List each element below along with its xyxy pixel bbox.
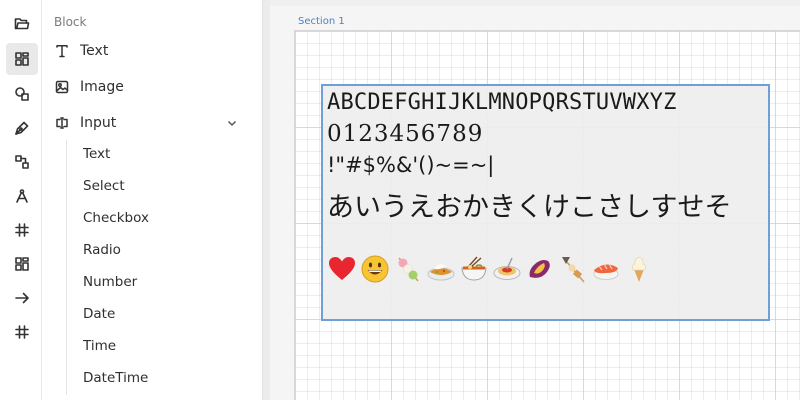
block-panel: Block Text Image Input Text Select Check… (42, 0, 262, 400)
layout-icon[interactable] (6, 248, 38, 280)
input-sub-item-datetime[interactable]: DateTime (83, 366, 148, 390)
input-sub-item-date[interactable]: Date (83, 302, 115, 326)
schema-line-digits: 0123456789 (327, 121, 484, 147)
sushi-icon (591, 254, 621, 284)
schema-line-emoji (327, 252, 657, 286)
curry-rice-icon (426, 254, 456, 284)
block-item-label: Image (80, 79, 124, 95)
folder-icon[interactable] (6, 8, 38, 40)
block-item-image[interactable]: Image (54, 73, 250, 101)
pen-icon[interactable] (6, 112, 38, 144)
soft-ice-cream-icon (624, 254, 654, 284)
canvas-top-bar (270, 0, 800, 6)
compass-icon[interactable] (6, 180, 38, 212)
schema-line-symbols: !"#$%&'()~=~| (327, 153, 495, 177)
input-sub-item-checkbox[interactable]: Checkbox (83, 206, 149, 230)
image-icon (54, 79, 70, 95)
sub-list-guide (66, 140, 67, 395)
link-nodes-icon[interactable] (6, 146, 38, 178)
oden-icon (558, 254, 588, 284)
text-schema-box[interactable]: ABCDEFGHIJKLMNOPQRSTUVWXYZ 0123456789 !"… (321, 84, 770, 321)
block-item-label: Input (80, 115, 117, 131)
text-icon (54, 43, 70, 59)
grid-hash-icon[interactable] (6, 214, 38, 246)
heart-icon (327, 254, 357, 284)
block-item-text[interactable]: Text (54, 37, 250, 65)
section-label: Section 1 (298, 16, 345, 27)
schema-line-alphabet: ABCDEFGHIJKLMNOPQRSTUVWXYZ (327, 90, 677, 115)
input-sub-item-select[interactable]: Select (83, 174, 125, 198)
panel-splitter[interactable] (262, 0, 270, 400)
hash-icon[interactable] (6, 316, 38, 348)
schema-line-hiragana: あいうえおかきくけこさしすせそ (327, 192, 732, 223)
arrow-right-icon[interactable] (6, 282, 38, 314)
grinning-face-icon (360, 254, 390, 284)
block-item-label: Text (80, 43, 109, 59)
input-icon (54, 115, 70, 131)
chevron-down-icon[interactable] (226, 117, 238, 129)
panel-title: Block (54, 15, 87, 29)
block-item-input[interactable]: Input (54, 109, 250, 137)
dango-icon (393, 254, 423, 284)
ramen-icon (459, 254, 489, 284)
input-sub-item-text[interactable]: Text (83, 142, 110, 166)
input-sub-item-radio[interactable]: Radio (83, 238, 121, 262)
roasted-sweet-potato-icon (525, 254, 555, 284)
input-sub-item-time[interactable]: Time (83, 334, 116, 358)
shapes-icon[interactable] (6, 78, 38, 110)
tool-rail (0, 0, 42, 400)
input-sub-item-number[interactable]: Number (83, 270, 137, 294)
spaghetti-icon (492, 254, 522, 284)
blocks-icon[interactable] (6, 43, 38, 75)
